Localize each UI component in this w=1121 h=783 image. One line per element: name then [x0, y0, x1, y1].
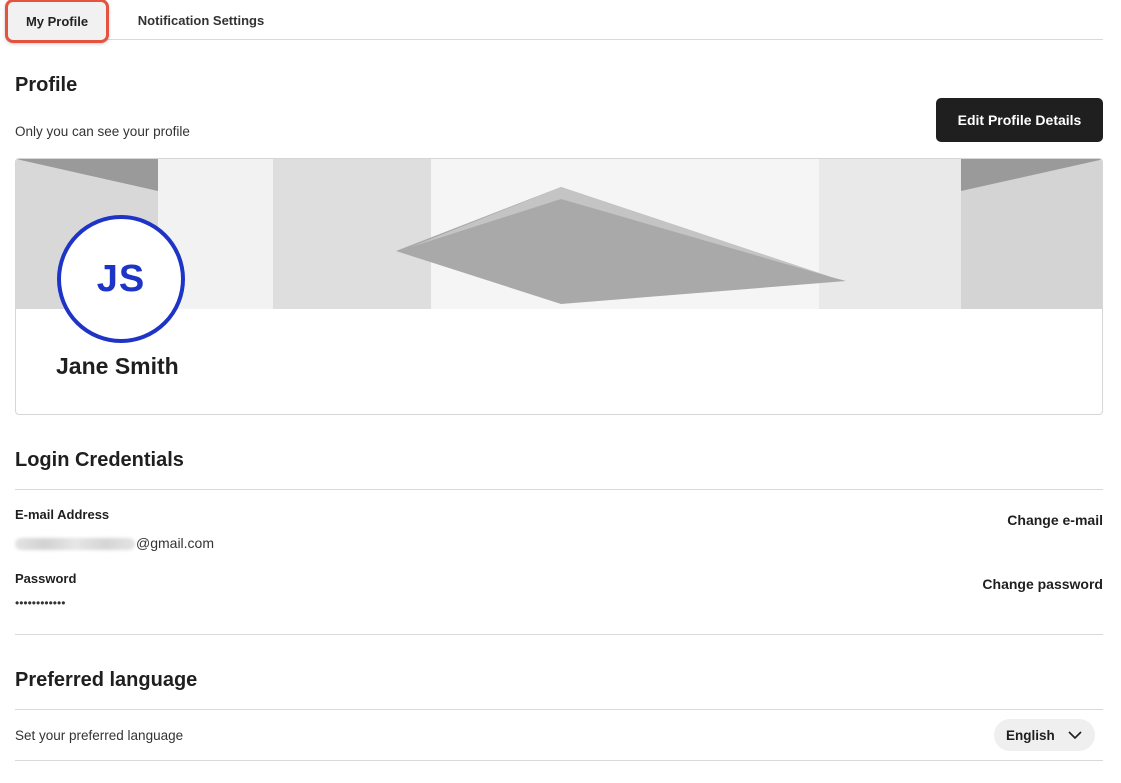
chevron-down-icon: [1068, 731, 1082, 740]
login-credentials-heading: Login Credentials: [15, 449, 184, 471]
tab-bar: My Profile Notification Settings: [5, 0, 1103, 43]
language-select-value: English: [1006, 727, 1055, 743]
profile-name: Jane Smith: [56, 353, 179, 379]
avatar-initials: JS: [96, 257, 146, 300]
profile-visibility-note: Only you can see your profile: [15, 124, 190, 139]
language-select[interactable]: English: [994, 719, 1095, 751]
divider: [15, 634, 1103, 635]
tab-notification-settings[interactable]: Notification Settings: [136, 0, 266, 40]
email-value: @gmail.com: [15, 535, 214, 551]
password-value: ••••••••••••: [15, 596, 66, 610]
preferred-language-description: Set your preferred language: [15, 728, 184, 743]
preferred-language-heading: Preferred language: [15, 669, 198, 691]
divider: [15, 709, 1103, 710]
tab-my-profile[interactable]: My Profile: [5, 0, 109, 43]
profile-heading: Profile: [15, 74, 78, 96]
change-email-link[interactable]: Change e-mail: [1007, 512, 1103, 528]
profile-card: JS Jane Smith: [15, 158, 1103, 415]
change-password-link[interactable]: Change password: [982, 576, 1103, 592]
edit-profile-details-button[interactable]: Edit Profile Details: [936, 98, 1103, 142]
email-label: E-mail Address: [15, 507, 110, 522]
profile-page: My Profile Notification Settings Profile…: [0, 0, 1121, 783]
password-label: Password: [15, 571, 77, 586]
divider: [15, 760, 1103, 761]
avatar: JS: [57, 215, 185, 343]
redacted-email-local-part: [15, 538, 135, 551]
divider: [15, 489, 1103, 490]
